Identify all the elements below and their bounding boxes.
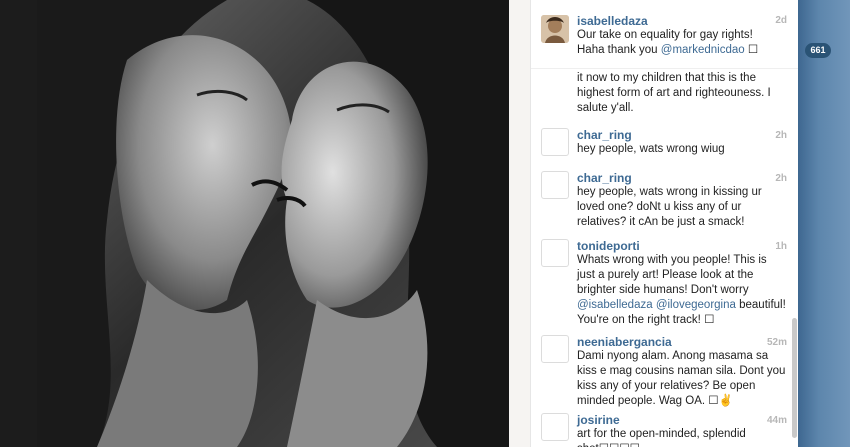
avatar[interactable] — [541, 171, 569, 199]
comment-truncated: it now to my children that this is the h… — [531, 69, 799, 117]
avatar[interactable] — [541, 239, 569, 267]
caption-line-2: Haha thank you @markednicdao ☐ — [577, 43, 787, 58]
caption-text: Our take on equality for gay rights! Hah… — [577, 28, 787, 58]
avatar[interactable] — [541, 15, 569, 43]
caption-time: 2d — [775, 15, 787, 26]
comment-username[interactable]: josirine — [577, 410, 787, 427]
comment-username[interactable]: char_ring — [577, 168, 787, 185]
avatar[interactable] — [541, 335, 569, 363]
comment-username[interactable]: char_ring — [577, 125, 787, 142]
comment-text: hey people, wats wrong wiug — [577, 143, 725, 155]
comment-text-start: Whats wrong with you people! This is jus… — [577, 254, 767, 296]
caption-line-1: Our take on equality for gay rights! — [577, 29, 753, 41]
comment-text: it now to my children that this is the h… — [577, 72, 771, 114]
comment-text: Whats wrong with you people! This is jus… — [577, 253, 787, 328]
list-item: 44m josirine art for the open-minded, sp… — [531, 410, 799, 447]
comment-list: it now to my children that this is the h… — [531, 69, 799, 447]
comment-time: 1h — [775, 241, 787, 252]
comment-mention[interactable]: @ilovegeorgina — [656, 299, 736, 311]
caption-mention[interactable]: @markednicdao — [661, 44, 745, 56]
right-backdrop — [798, 0, 850, 447]
comment-text: Dami nyong alam. Anong masama sa kiss e … — [577, 350, 786, 407]
caption-line-2-prefix: Haha thank you — [577, 44, 661, 56]
caption-line-2-suffix: ☐ — [744, 44, 759, 56]
notification-badge[interactable]: 661 — [805, 43, 831, 58]
comments-scrollbar[interactable] — [792, 318, 797, 438]
list-item: 1h tonideporti Whats wrong with you peop… — [531, 236, 799, 326]
post-photo — [37, 0, 509, 447]
comment-time: 52m — [766, 337, 787, 348]
comment-mention[interactable]: @isabelledaza — [577, 299, 653, 311]
comment-text: hey people, wats wrong in kissing ur lov… — [577, 186, 762, 228]
avatar[interactable] — [541, 128, 569, 156]
left-backdrop — [0, 0, 37, 447]
comment-time: 2h — [775, 173, 787, 184]
list-item: 2h char_ring hey people, wats wrong in k… — [531, 168, 799, 230]
comment-time: 44m — [766, 415, 787, 426]
comments-panel[interactable]: 2d isabelledaza Our take on equality for… — [530, 0, 799, 447]
avatar[interactable] — [541, 413, 569, 441]
comment-text: art for the open-minded, splendid shot☐☐… — [577, 428, 746, 447]
caption-username[interactable]: isabelledaza — [577, 14, 787, 28]
post-caption: 2d isabelledaza Our take on equality for… — [531, 0, 799, 69]
comment-time: 2h — [775, 130, 787, 141]
comment-username[interactable]: neeniabergancia — [577, 332, 787, 349]
list-item: 2h char_ring hey people, wats wrong wiug — [531, 125, 799, 162]
list-item: 52m neeniabergancia Dami nyong alam. Ano… — [531, 332, 799, 407]
photo-margin — [509, 0, 530, 447]
comment-username[interactable]: tonideporti — [577, 236, 787, 253]
